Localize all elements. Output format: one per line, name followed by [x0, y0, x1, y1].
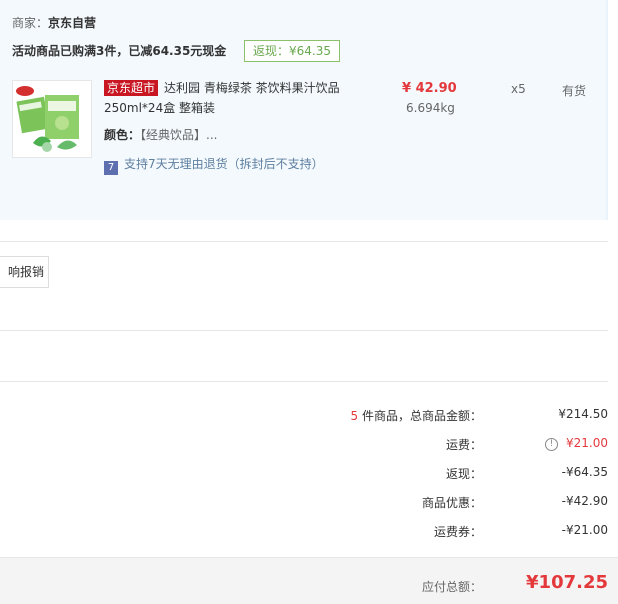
- panel-edge: [606, 0, 608, 220]
- total-label: 应付总额：: [421, 580, 482, 594]
- divider: [0, 381, 608, 382]
- item-weight: 6.694kg: [406, 101, 455, 115]
- promotion-text: 活动商品已购满3件，已减64.35元现金: [12, 44, 227, 58]
- discount-label: 商品优惠：: [421, 496, 482, 510]
- jd-supermarket-tag: 京东超市: [104, 80, 159, 96]
- color-value: 【经典饮品】...: [140, 128, 218, 142]
- info-icon[interactable]: !: [545, 438, 558, 451]
- product-color: 颜色：【经典饮品】...: [104, 126, 217, 143]
- goods-total-value: ¥214.50: [558, 407, 608, 421]
- shipping-line: ! ¥21.00: [545, 436, 608, 451]
- stock-status: 有货: [562, 84, 587, 98]
- merchant-label: 商家：: [12, 16, 49, 30]
- seven-day-return-icon: 7: [104, 161, 118, 175]
- coupon-value: -¥21.00: [561, 523, 608, 537]
- shipping-label: 运费：: [445, 438, 482, 452]
- return-policy-text: 支持7天无理由退货（拆封后不支持）: [124, 157, 324, 171]
- rebate-value: -¥64.35: [561, 465, 608, 479]
- item-price: ¥ 42.90: [402, 81, 457, 96]
- item-quantity: x5: [511, 82, 526, 96]
- total-value: ¥107.25: [526, 572, 608, 593]
- rebate-badge: 返现：¥64.35: [244, 40, 340, 62]
- return-policy: 7 支持7天无理由退货（拆封后不支持）: [104, 155, 324, 175]
- product-title-block[interactable]: 京东超市 达利园 青梅绿茶 茶饮料果汁饮品 250ml*24盒 整箱装: [104, 78, 344, 118]
- shipping-value: ¥21.00: [566, 436, 608, 450]
- product-image-icon: [13, 81, 91, 157]
- divider: [0, 241, 608, 242]
- discount-value: -¥42.90: [561, 494, 608, 508]
- rebate-label: 返现：: [445, 467, 482, 481]
- coupon-label: 运费券：: [433, 525, 482, 539]
- merchant-name[interactable]: 京东自营: [48, 16, 96, 30]
- goods-total-label: 件商品，总商品金额：: [358, 409, 482, 423]
- merchant-line: 商家：京东自营: [12, 14, 96, 31]
- product-thumbnail[interactable]: [12, 80, 92, 158]
- reimburse-button[interactable]: 响报销: [0, 256, 49, 288]
- divider: [0, 330, 608, 331]
- goods-count-label: 5 件商品，总商品金额：: [351, 407, 482, 424]
- color-label: 颜色：: [104, 128, 141, 142]
